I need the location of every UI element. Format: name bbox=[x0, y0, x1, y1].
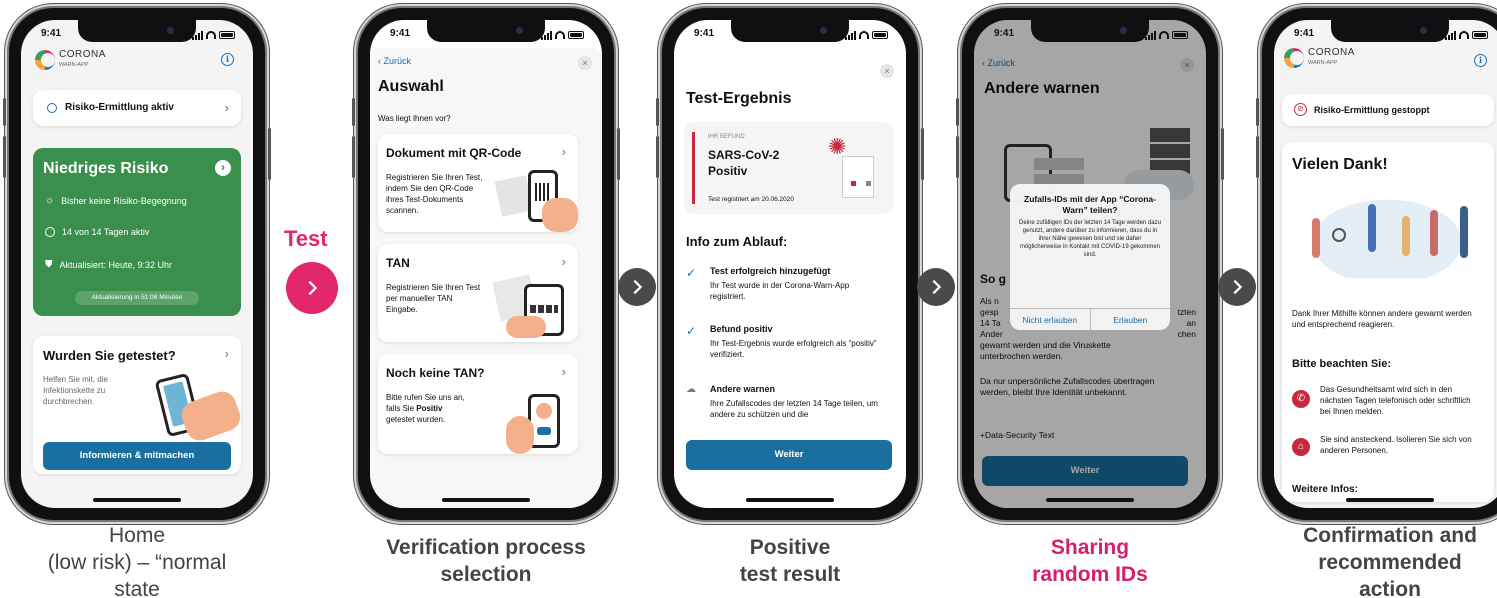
chevron-right-icon bbox=[1233, 279, 1243, 295]
deny-button[interactable]: Nicht erlauben bbox=[1010, 309, 1091, 330]
screen-home: 9:41 CORONA WARN-APP i Risiko-Ermittlung … bbox=[21, 20, 253, 508]
wheelchair-icon bbox=[1332, 228, 1346, 242]
qr-code-icon bbox=[535, 183, 551, 201]
close-icon[interactable]: × bbox=[578, 56, 592, 70]
option-no-tan[interactable]: Noch keine TAN? › Bitte rufen Sie uns an… bbox=[378, 354, 578, 454]
battery-icon bbox=[568, 31, 584, 39]
document-icon bbox=[842, 156, 874, 198]
screen-test-result: 9:41 × Test-Ergebnis IHR BEFUND SARS-CoV… bbox=[674, 20, 906, 508]
test-label: Test bbox=[284, 226, 328, 251]
battery-icon bbox=[872, 31, 888, 39]
allow-button[interactable]: Erlauben bbox=[1091, 309, 1171, 330]
hand-illustration bbox=[506, 416, 534, 454]
risk-status-row[interactable]: Risiko-Ermittlung aktiv › bbox=[33, 90, 241, 126]
wifi-icon bbox=[859, 31, 869, 39]
shield-icon: ⛊ bbox=[45, 259, 53, 270]
hand-illustration bbox=[506, 316, 546, 338]
info-icon[interactable]: i bbox=[221, 53, 234, 66]
update-countdown-pill: Aktualisierung in 51:08 Minuten bbox=[75, 291, 199, 305]
battery-icon bbox=[1472, 31, 1488, 39]
close-icon[interactable]: × bbox=[880, 64, 894, 78]
phone-home: 9:41 CORONA WARN-APP i Risiko-Ermittlung … bbox=[3, 8, 271, 520]
chevron-right-icon bbox=[932, 279, 942, 295]
tan-field-icon bbox=[530, 305, 558, 313]
chevron-right-icon: › bbox=[561, 254, 566, 269]
info-icon[interactable]: i bbox=[1474, 54, 1487, 67]
wifi-icon bbox=[1159, 31, 1169, 39]
person-avatar-icon bbox=[536, 403, 552, 419]
next-arrow-pink bbox=[286, 262, 338, 314]
next-arrow bbox=[917, 268, 955, 306]
app-logo: CORONA WARN-APP bbox=[35, 50, 106, 70]
wifi-icon bbox=[206, 31, 216, 39]
screen-confirmation: 9:41 CORONA WARN-APP i ⊘ Risiko-Ermittlun… bbox=[1274, 20, 1497, 508]
chevron-right-icon: › bbox=[224, 100, 229, 115]
inform-participate-button[interactable]: Informieren & mitmachen bbox=[43, 442, 231, 470]
caption-test-result: Positive test result bbox=[739, 536, 841, 586]
screen-verification: 9:41 ‹ Zurück × Auswahl Was liegt Ihnen … bbox=[370, 20, 602, 508]
caption-confirmation: Confirmation and recommended action bbox=[1303, 524, 1477, 598]
result-accent-bar bbox=[692, 132, 695, 204]
chevron-right-icon bbox=[308, 280, 318, 296]
page-title: Auswahl bbox=[378, 78, 444, 95]
wifi-icon bbox=[555, 31, 565, 39]
check-icon: ✓ bbox=[686, 266, 697, 280]
next-arrow bbox=[1218, 268, 1256, 306]
phone-sharing: 9:41 ‹ Zurück × Andere warnen So g Als n… bbox=[956, 8, 1224, 520]
sun-icon: ☼ bbox=[45, 195, 55, 206]
stopped-icon: ⊘ bbox=[1294, 103, 1307, 116]
page-title: Test-Ergebnis bbox=[686, 90, 792, 107]
chevron-circle-icon: › bbox=[215, 160, 231, 176]
next-arrow bbox=[618, 268, 656, 306]
check-circle-icon bbox=[45, 227, 55, 237]
tracing-stopped-row[interactable]: ⊘ Risiko-Ermittlung gestoppt bbox=[1282, 94, 1494, 126]
chevron-right-icon bbox=[633, 279, 643, 295]
battery-icon bbox=[1172, 31, 1188, 39]
result-card: IHR BEFUND SARS-CoV-2 Positiv Test regis… bbox=[684, 122, 894, 214]
phone-icon: ✆ bbox=[1292, 390, 1310, 408]
caption-sharing: Sharing random IDs bbox=[1032, 536, 1148, 586]
chevron-right-icon: › bbox=[561, 144, 566, 159]
option-qr-code[interactable]: Dokument mit QR-Code › Registrieren Sie … bbox=[378, 134, 578, 232]
low-risk-card[interactable]: Niedriges Risiko › ☼ Bisher keine Risiko-… bbox=[33, 148, 241, 316]
screen-sharing: 9:41 ‹ Zurück × Andere warnen So g Als n… bbox=[974, 20, 1206, 508]
phone-confirmation: 9:41 CORONA WARN-APP i ⊘ Risiko-Ermittlun… bbox=[1256, 8, 1497, 520]
option-tan[interactable]: TAN › Registrieren Sie Ihren Test per ma… bbox=[378, 244, 578, 342]
test-card[interactable]: Wurden Sie getestet? › Helfen Sie mit, d… bbox=[33, 336, 245, 474]
home-icon: ⌂ bbox=[1292, 438, 1310, 456]
chevron-right-icon: › bbox=[561, 364, 566, 379]
check-icon: ✓ bbox=[686, 324, 697, 338]
status-time: 9:41 bbox=[41, 28, 62, 39]
tracing-active-icon bbox=[47, 103, 57, 113]
thanks-card: Vielen Dank! Dank Ihrer Mithilfe können … bbox=[1282, 142, 1494, 502]
back-link[interactable]: ‹ Zurück bbox=[378, 56, 411, 66]
people-illustration bbox=[1292, 188, 1482, 278]
phone-test-result: 9:41 × Test-Ergebnis IHR BEFUND SARS-CoV… bbox=[656, 8, 924, 520]
share-ids-dialog: Zufalls-IDs mit der App “Corona-Warn” te… bbox=[1010, 184, 1170, 330]
hand-illustration bbox=[542, 198, 578, 232]
phone-verification: 9:41 ‹ Zurück × Auswahl Was liegt Ihnen … bbox=[352, 8, 620, 520]
call-icon bbox=[537, 427, 551, 435]
battery-icon bbox=[219, 31, 235, 39]
chevron-right-icon: › bbox=[224, 346, 229, 361]
more-info-link[interactable]: Weitere Infos: bbox=[1292, 484, 1358, 495]
corona-logo-icon bbox=[1284, 48, 1304, 68]
caption-home: Home (low risk) – “normal state bbox=[47, 524, 227, 598]
corona-logo-icon bbox=[35, 50, 55, 70]
continue-button[interactable]: Weiter bbox=[686, 440, 892, 470]
caption-verification: Verification process selection bbox=[386, 536, 586, 586]
status-icons bbox=[192, 28, 235, 42]
app-logo: CORONA WARN-APP bbox=[1284, 48, 1355, 68]
cloud-upload-icon: ☁ bbox=[686, 384, 696, 395]
wifi-icon bbox=[1459, 31, 1469, 39]
